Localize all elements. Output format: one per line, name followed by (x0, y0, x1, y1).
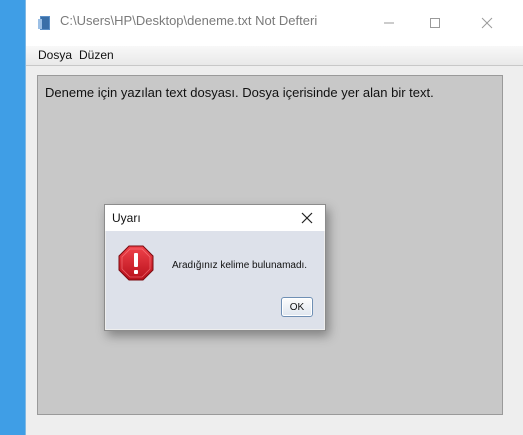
ok-button[interactable]: OK (281, 297, 313, 317)
minimize-button[interactable] (366, 0, 412, 46)
warning-dialog: Uyarı Aradığınız kelime bulunamadı. OK (104, 204, 326, 331)
close-icon (481, 17, 493, 29)
menu-duzen[interactable]: Düzen (79, 48, 114, 62)
editor-content: Deneme için yazılan text dosyası. Dosya … (45, 85, 434, 100)
window-title: C:\Users\HP\Desktop\deneme.txt Not Defte… (60, 13, 318, 28)
minimize-icon (384, 22, 394, 24)
close-button[interactable] (464, 0, 510, 46)
menu-bar: Dosya Düzen (26, 46, 523, 66)
window-titlebar[interactable]: C:\Users\HP\Desktop\deneme.txt Not Defte… (26, 0, 523, 46)
dialog-title: Uyarı (112, 211, 141, 225)
maximize-button[interactable] (412, 0, 458, 46)
dialog-close-icon[interactable] (298, 209, 316, 227)
notepad-icon (38, 16, 50, 30)
dialog-body: Aradığınız kelime bulunamadı. OK (106, 231, 324, 329)
dialog-titlebar[interactable]: Uyarı (105, 205, 325, 231)
maximize-icon (430, 18, 440, 28)
dialog-message: Aradığınız kelime bulunamadı. (172, 260, 308, 271)
menu-dosya[interactable]: Dosya (38, 48, 72, 62)
error-icon (118, 245, 154, 281)
